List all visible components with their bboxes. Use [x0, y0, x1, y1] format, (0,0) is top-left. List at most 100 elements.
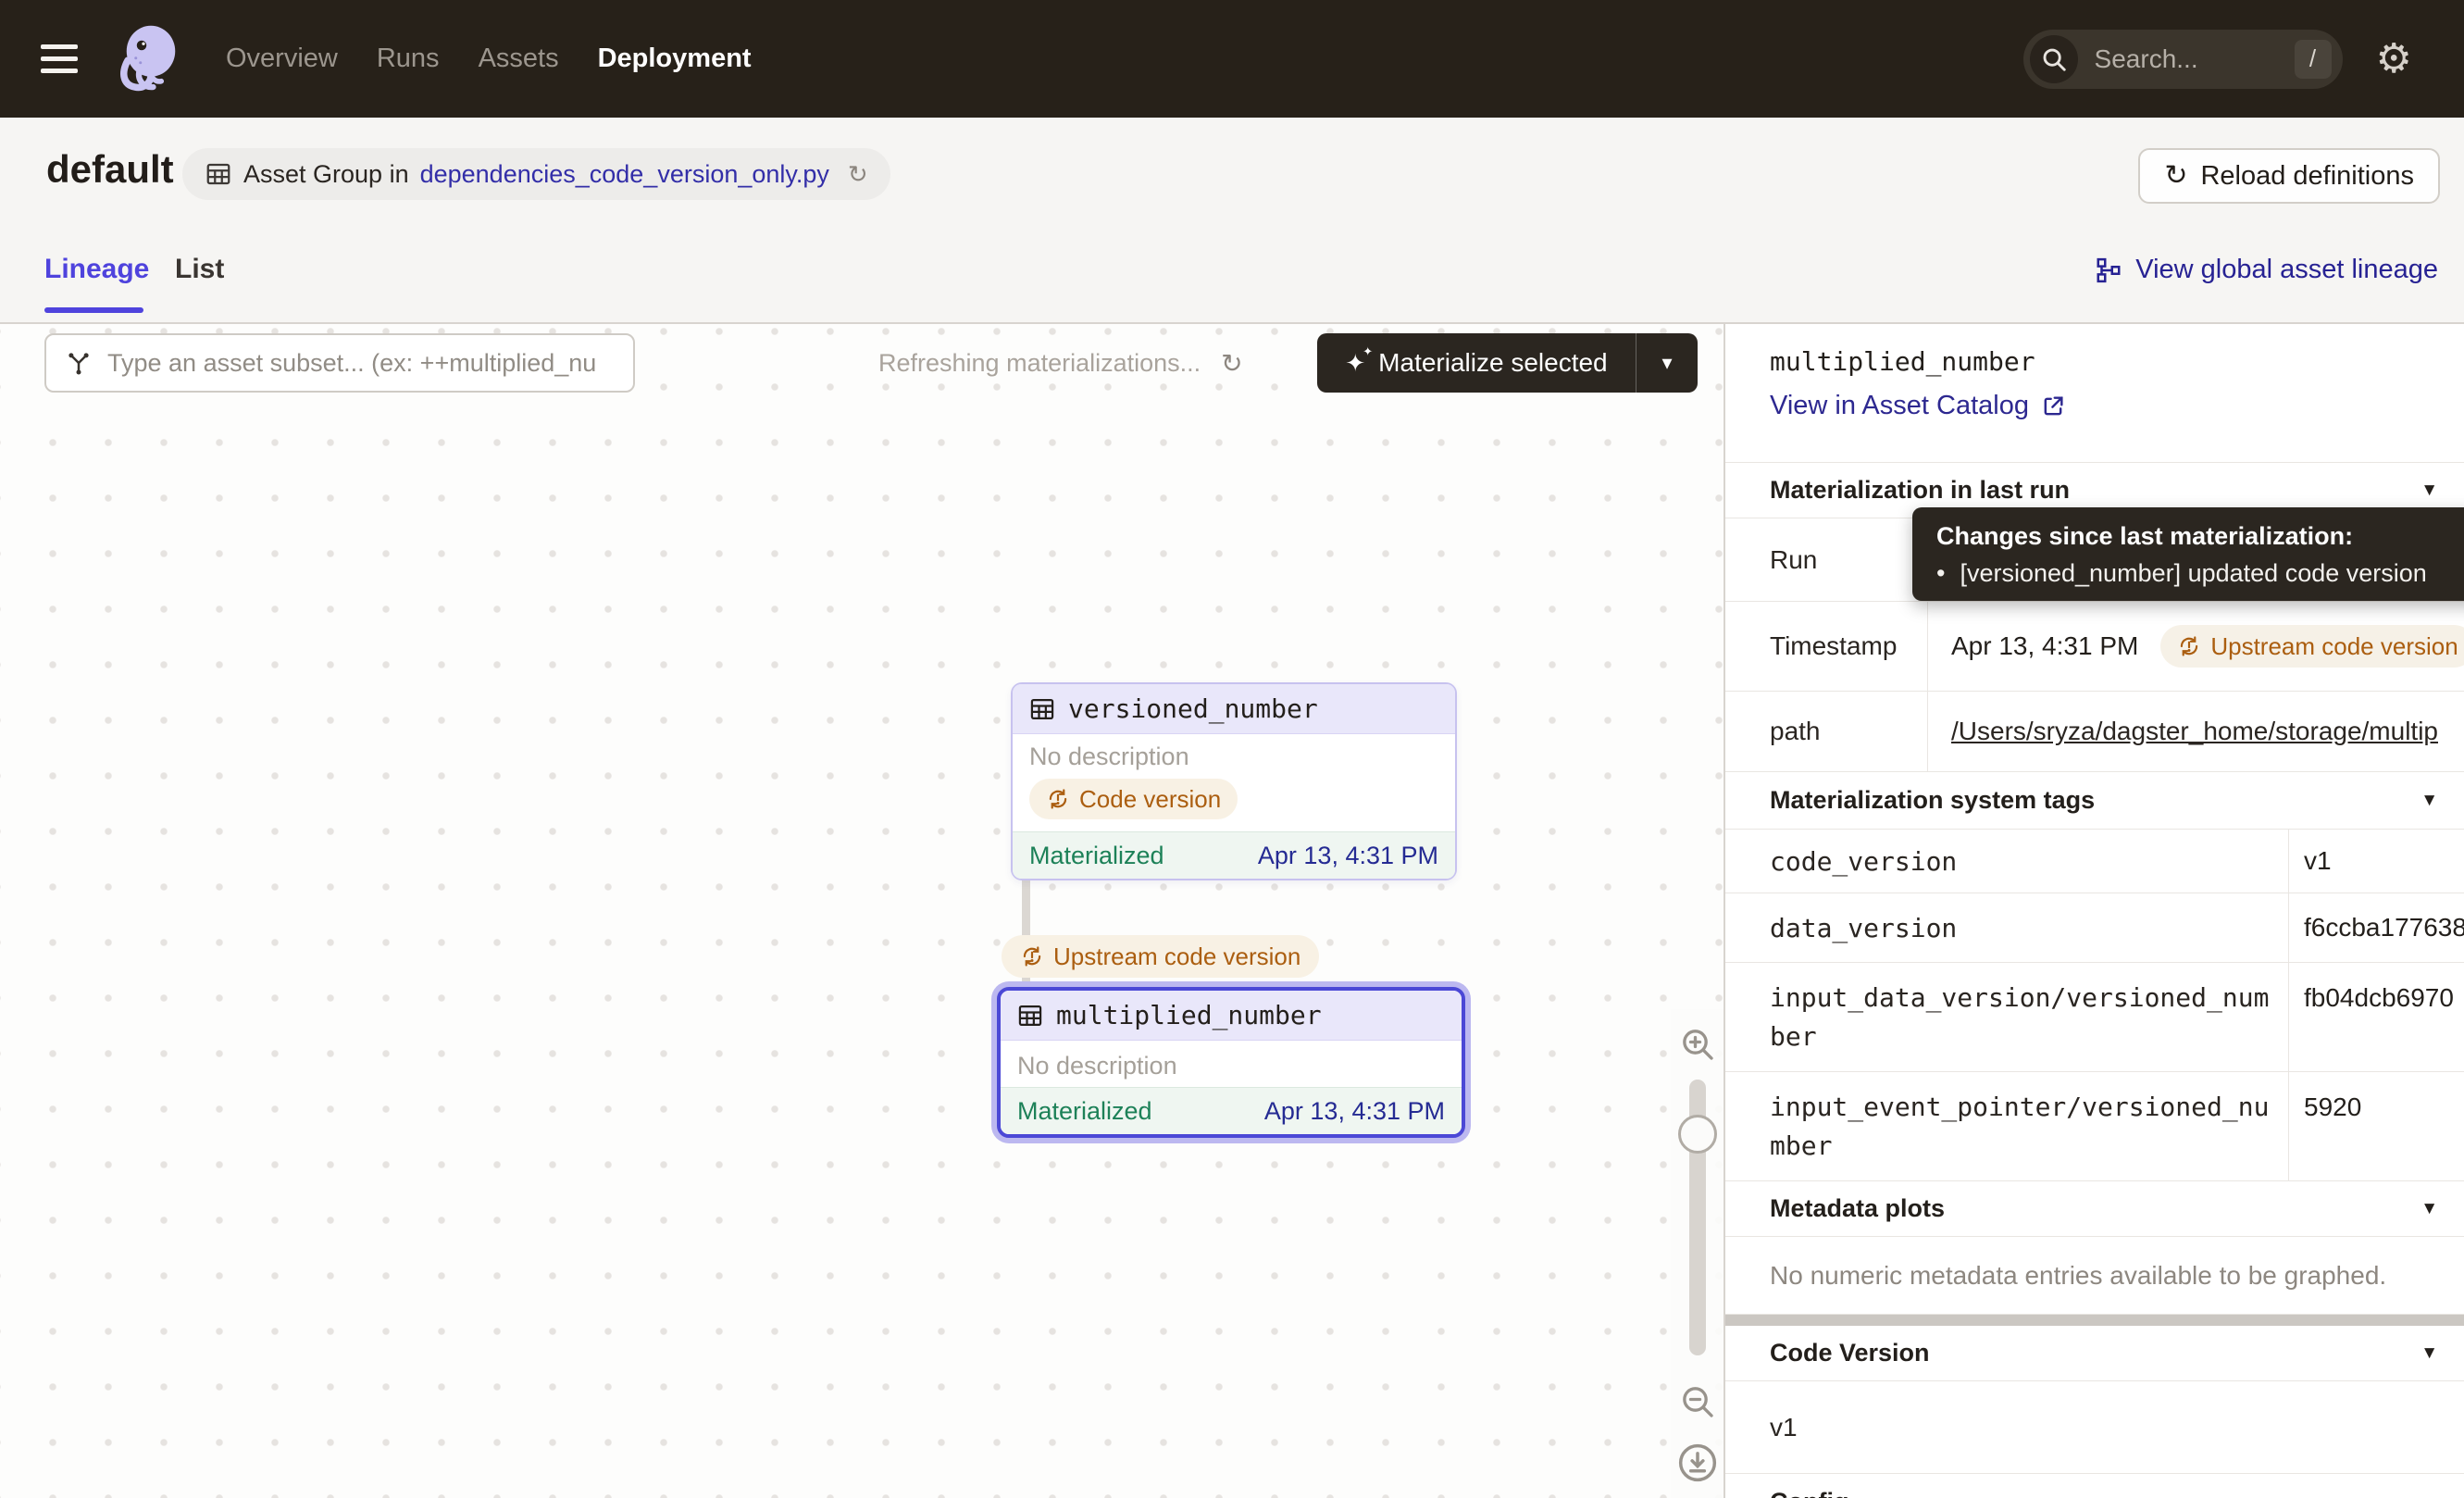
reload-icon: ↻ — [2164, 162, 2187, 190]
asset-node-name: multiplied_number — [1056, 1000, 1322, 1030]
section-config[interactable]: Config — [1725, 1474, 2464, 1498]
nav-item-overview[interactable]: Overview — [226, 44, 338, 74]
chevron-down-icon[interactable]: ▼ — [2420, 1343, 2438, 1364]
row-key: input_data_version/versioned_number — [1770, 979, 2271, 1056]
page-title: default — [46, 147, 174, 192]
table-asset-icon — [1029, 696, 1055, 722]
row-key: Run — [1770, 518, 1817, 601]
section-metadata-plots[interactable]: Metadata plots ▼ — [1725, 1181, 2464, 1237]
menu-icon[interactable] — [41, 44, 78, 73]
upstream-code-version-badge: Upstream code version — [2160, 625, 2464, 668]
asset-group-icon — [205, 160, 232, 188]
row-value: f6ccba177638 — [2304, 893, 2464, 962]
row-value: fb04dcb6970 — [2304, 963, 2454, 1071]
materialized-status: Materialized — [1017, 1097, 1152, 1126]
nav-item-deployment[interactable]: Deployment — [598, 44, 752, 74]
chevron-down-icon[interactable]: ▼ — [2420, 1199, 2438, 1219]
materialize-dropdown-caret[interactable]: ▾ — [1636, 333, 1698, 393]
external-link-icon — [2040, 393, 2066, 419]
download-view-icon[interactable] — [1677, 1442, 1718, 1483]
reload-group-icon[interactable]: ↻ — [848, 160, 868, 189]
row-value: v1 — [2304, 830, 2332, 893]
search-box[interactable]: / — [2023, 30, 2343, 89]
zoom-slider-handle[interactable] — [1678, 1115, 1717, 1154]
asset-node-name: versioned_number — [1068, 693, 1318, 724]
timestamp-value: Apr 13, 4:31 PM — [1951, 631, 2138, 661]
zoom-out-icon[interactable] — [1679, 1383, 1716, 1420]
dagster-logo-icon[interactable] — [109, 22, 183, 96]
row-timestamp: Timestamp Apr 13, 4:31 PM Upstream code … — [1725, 602, 2464, 692]
asset-subset-input[interactable] — [106, 348, 624, 379]
row-value: 5920 — [2304, 1072, 2361, 1180]
row-key: code_version — [1770, 830, 1957, 893]
changes-tooltip: Changes since last materialization: • [v… — [1912, 507, 2464, 601]
refresh-status: Refreshing materializations... ↻ — [878, 333, 1243, 393]
asset-node-header: versioned_number — [1013, 684, 1455, 734]
search-shortcut-key: / — [2295, 40, 2332, 79]
search-input[interactable] — [2093, 44, 2285, 75]
materialize-selected-button[interactable]: ✦✦ Materialize selected ▾ — [1317, 333, 1698, 393]
tab-bar: Lineage List View global asset lineage — [0, 233, 2464, 322]
settings-gear-icon[interactable]: ⚙ — [2376, 39, 2412, 80]
asset-group-file-link[interactable]: dependencies_code_version_only.py — [420, 160, 829, 189]
metadata-plots-empty-message: No numeric metadata entries available to… — [1725, 1237, 2464, 1315]
section-materialization-system-tags[interactable]: Materialization system tags ▼ — [1725, 772, 2464, 830]
asset-graph-canvas[interactable]: Refreshing materializations... ↻ ✦✦ Mate… — [0, 324, 1724, 1498]
row-key: Timestamp — [1770, 602, 1897, 691]
materialized-time[interactable]: Apr 13, 4:31 PM — [1264, 1097, 1445, 1126]
asset-node-header: multiplied_number — [1001, 991, 1462, 1041]
asset-graph-filter-icon — [65, 349, 93, 377]
row-key: input_event_pointer/versioned_number — [1770, 1088, 2271, 1166]
view-global-asset-lineage-link[interactable]: View global asset lineage — [2095, 255, 2438, 285]
tab-lineage[interactable]: Lineage — [44, 254, 143, 313]
view-in-asset-catalog-link[interactable]: View in Asset Catalog — [1770, 391, 2066, 421]
table-asset-icon — [1017, 1003, 1043, 1029]
panel-splitter[interactable] — [1725, 1315, 2464, 1326]
refresh-icon[interactable]: ↻ — [1221, 348, 1242, 379]
materialized-status: Materialized — [1029, 842, 1164, 870]
materialized-time[interactable]: Apr 13, 4:31 PM — [1258, 842, 1438, 870]
asset-node-multiplied-number[interactable]: multiplied_number No description Materia… — [997, 987, 1465, 1138]
row-path: path /Users/sryza/dagster_home/storage/m… — [1725, 692, 2464, 772]
sidebar-asset-name: multiplied_number — [1770, 346, 2035, 377]
asset-node-footer: Materialized Apr 13, 4:31 PM — [1013, 831, 1455, 879]
row-key: path — [1770, 692, 1821, 771]
nav-item-assets[interactable]: Assets — [479, 44, 559, 74]
row-code-version: code_version v1 — [1725, 830, 2464, 893]
row-input-data-version: input_data_version/versioned_number fb04… — [1725, 963, 2464, 1072]
upstream-code-version-badge: Upstream code version — [1002, 935, 1319, 978]
sparkle-icon: ✦✦ — [1345, 351, 1365, 375]
bullet-icon: • — [1936, 559, 1945, 588]
code-version-changed-icon — [1046, 787, 1070, 811]
zoom-controls — [1671, 1009, 1724, 1498]
code-version-changed-icon — [1020, 944, 1044, 968]
asset-detail-sidebar: multiplied_number View in Asset Catalog … — [1724, 324, 2464, 1498]
tooltip-title: Changes since last materialization: — [1936, 522, 2464, 551]
lineage-graph-icon — [2095, 256, 2122, 284]
asset-subset-filter[interactable] — [44, 333, 635, 393]
chevron-down-icon[interactable]: ▼ — [2420, 481, 2438, 501]
code-version-changed-icon — [2177, 634, 2201, 658]
asset-group-pill: Asset Group in dependencies_code_version… — [182, 148, 890, 200]
chevron-down-icon[interactable]: ▼ — [2420, 791, 2438, 811]
code-version-badge: Code version — [1029, 779, 1238, 819]
asset-node-description: No description — [1017, 1052, 1445, 1080]
section-code-version[interactable]: Code Version ▼ — [1725, 1326, 2464, 1381]
row-data-version: data_version f6ccba177638 — [1725, 893, 2464, 963]
primary-nav: Overview Runs Assets Deployment — [226, 44, 752, 74]
tab-list[interactable]: List — [175, 254, 224, 313]
zoom-in-icon[interactable] — [1679, 1026, 1716, 1063]
path-link[interactable]: /Users/sryza/dagster_home/storage/multip — [1951, 717, 2438, 746]
row-key: data_version — [1770, 893, 1957, 962]
row-input-event-pointer: input_event_pointer/versioned_number 592… — [1725, 1072, 2464, 1181]
top-nav: Overview Runs Assets Deployment / ⚙ — [0, 0, 2464, 118]
asset-node-versioned-number[interactable]: versioned_number No description Code ver… — [1011, 682, 1457, 880]
page-header: default Asset Group in dependencies_code… — [0, 118, 2464, 324]
asset-group-label: Asset Group in — [243, 160, 409, 189]
reload-definitions-button[interactable]: ↻ Reload definitions — [2138, 148, 2440, 204]
nav-item-runs[interactable]: Runs — [377, 44, 440, 74]
search-icon — [2030, 35, 2078, 83]
code-version-value: v1 — [1725, 1381, 2464, 1474]
asset-node-description: No description — [1029, 743, 1438, 771]
tooltip-bullet-text: [versioned_number] updated code version — [1960, 559, 2426, 588]
